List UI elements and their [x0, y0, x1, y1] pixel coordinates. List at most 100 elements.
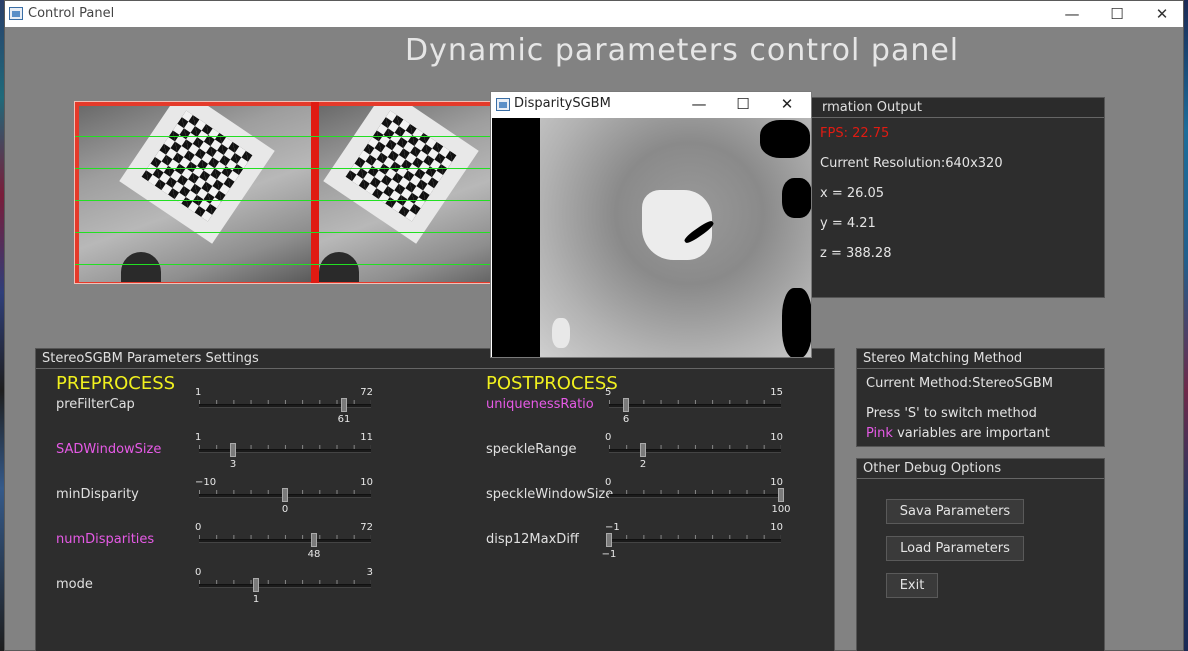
- debug-options-panel: Other Debug Options Sava Parameters Load…: [856, 458, 1105, 651]
- slider-value-label: 61: [337, 414, 351, 425]
- panel-header: Stereo Matching Method: [857, 349, 1104, 369]
- param-label-uniquenessRatio: uniquenessRatio: [486, 397, 594, 412]
- information-output-panel: rmation Output FPS: 22.75 Current Resolu…: [811, 97, 1105, 298]
- checkerboard-right: [323, 106, 479, 244]
- disparity-sgbm-window: DisparitySGBM — ☐ ✕: [490, 91, 812, 358]
- epipolar-line: [75, 168, 513, 169]
- app-window-icon: [9, 7, 23, 20]
- slider-min-label: 5: [605, 387, 612, 398]
- app-window-icon: [496, 98, 510, 111]
- switch-method-hint: Press 'S' to switch method: [866, 406, 1037, 421]
- slider-value-label: 6: [622, 414, 630, 425]
- slider-max-label: 10: [360, 477, 373, 488]
- slider-speckleRange[interactable]: 0 10 2: [605, 432, 783, 472]
- slider-thumb[interactable]: [606, 533, 612, 547]
- slider-numDisparities[interactable]: 0 72 48: [195, 522, 373, 562]
- postprocess-title: POSTPROCESS: [486, 373, 618, 394]
- slider-max-label: 11: [360, 432, 373, 443]
- slider-mode[interactable]: 0 3 1: [195, 567, 373, 607]
- slider-min-label: 1: [195, 387, 202, 398]
- settings-header-text: StereoSGBM Parameters Settings: [42, 351, 259, 366]
- panel-header: rmation Output: [812, 98, 1104, 118]
- pink-word: Pink: [866, 426, 893, 441]
- right-camera-image: [319, 106, 513, 282]
- slider-thumb[interactable]: [253, 578, 259, 592]
- param-label-disp12MaxDiff: disp12MaxDiff: [486, 532, 579, 547]
- fps-readout: FPS: 22.75: [820, 126, 890, 141]
- checkerboard-left: [119, 106, 275, 244]
- sgbm-parameters-panel: StereoSGBM Parameters Settings PREPROCES…: [35, 348, 835, 651]
- slider-max-label: 72: [360, 387, 373, 398]
- close-button[interactable]: ✕: [1139, 1, 1185, 27]
- slider-max-label: 10: [770, 477, 783, 488]
- maximize-button[interactable]: ☐: [721, 92, 765, 116]
- param-label-SADWindowSize: SADWindowSize: [56, 442, 162, 457]
- close-button[interactable]: ✕: [765, 92, 809, 116]
- slider-thumb[interactable]: [640, 443, 646, 457]
- epipolar-line: [75, 232, 513, 233]
- exit-button[interactable]: Exit: [886, 573, 938, 598]
- disparity-map-image: [492, 118, 811, 357]
- param-label-preFilterCap: preFilterCap: [56, 397, 135, 412]
- epipolar-line: [75, 136, 513, 137]
- desktop-background-right: [1184, 0, 1188, 651]
- slider-thumb[interactable]: [623, 398, 629, 412]
- slider-max-label: 15: [770, 387, 783, 398]
- slider-track[interactable]: [609, 494, 781, 498]
- slider-value-label: 3: [229, 459, 237, 470]
- preprocess-title: PREPROCESS: [56, 373, 176, 394]
- epipolar-line: [75, 264, 513, 265]
- slider-track[interactable]: [199, 539, 371, 543]
- slider-speckleWindowSize[interactable]: 0 10 100: [605, 477, 791, 517]
- slider-min-label: 0: [605, 432, 612, 443]
- minimize-button[interactable]: —: [1049, 1, 1095, 27]
- slider-value-label: 100: [771, 504, 791, 515]
- info-header-text: rmation Output: [822, 100, 922, 115]
- slider-thumb[interactable]: [341, 398, 347, 412]
- param-label-speckleRange: speckleRange: [486, 442, 577, 457]
- resolution-readout: Current Resolution:640x320: [820, 156, 1003, 171]
- param-label-minDisparity: minDisparity: [56, 487, 139, 502]
- maximize-button[interactable]: ☐: [1094, 1, 1140, 27]
- debug-header-text: Other Debug Options: [863, 461, 1002, 476]
- slider-track[interactable]: [609, 449, 781, 453]
- param-label-numDisparities: numDisparities: [56, 532, 155, 547]
- slider-thumb[interactable]: [282, 488, 288, 502]
- param-label-mode: mode: [56, 577, 93, 592]
- load-parameters-button[interactable]: Load Parameters: [886, 536, 1024, 561]
- slider-SADWindowSize[interactable]: 1 11 3: [195, 432, 373, 472]
- slider-value-label: −1: [601, 549, 617, 560]
- page-title: Dynamic parameters control panel: [405, 33, 960, 68]
- slider-track[interactable]: [609, 404, 781, 408]
- slider-track[interactable]: [199, 584, 371, 588]
- current-method-text: Current Method:StereoSGBM: [866, 376, 1053, 391]
- control-panel-titlebar[interactable]: Control Panel — ☐ ✕: [5, 1, 1183, 27]
- slider-min-label: 1: [195, 432, 202, 443]
- slider-thumb[interactable]: [311, 533, 317, 547]
- slider-max-label: 10: [770, 432, 783, 443]
- minimize-button[interactable]: —: [677, 92, 721, 116]
- slider-min-label: 0: [195, 522, 202, 533]
- slider-preFilterCap[interactable]: 1 72 61: [195, 387, 373, 427]
- slider-thumb[interactable]: [778, 488, 784, 502]
- save-parameters-button[interactable]: Sava Parameters: [886, 499, 1024, 524]
- y-coordinate-readout: y = 4.21: [820, 216, 876, 231]
- slider-min-label: 0: [605, 477, 612, 488]
- slider-max-label: 72: [360, 522, 373, 533]
- slider-track[interactable]: [199, 449, 371, 453]
- panel-header: Other Debug Options: [857, 459, 1104, 479]
- slider-thumb[interactable]: [230, 443, 236, 457]
- epipolar-line: [75, 200, 513, 201]
- slider-value-label: 2: [639, 459, 647, 470]
- important-note-text: variables are important: [892, 426, 1050, 441]
- window-title: Control Panel: [28, 6, 115, 21]
- slider-max-label: 3: [366, 567, 373, 578]
- slider-value-label: 48: [307, 549, 321, 560]
- slider-value-label: 0: [281, 504, 289, 515]
- x-coordinate-readout: x = 26.05: [820, 186, 885, 201]
- disparity-window-title: DisparitySGBM: [514, 96, 611, 111]
- slider-track[interactable]: [609, 539, 781, 543]
- slider-uniquenessRatio[interactable]: 5 15 6: [605, 387, 783, 427]
- slider-disp12MaxDiff[interactable]: −1 10 −1: [602, 522, 783, 562]
- slider-minDisparity[interactable]: −10 10 0: [195, 477, 373, 517]
